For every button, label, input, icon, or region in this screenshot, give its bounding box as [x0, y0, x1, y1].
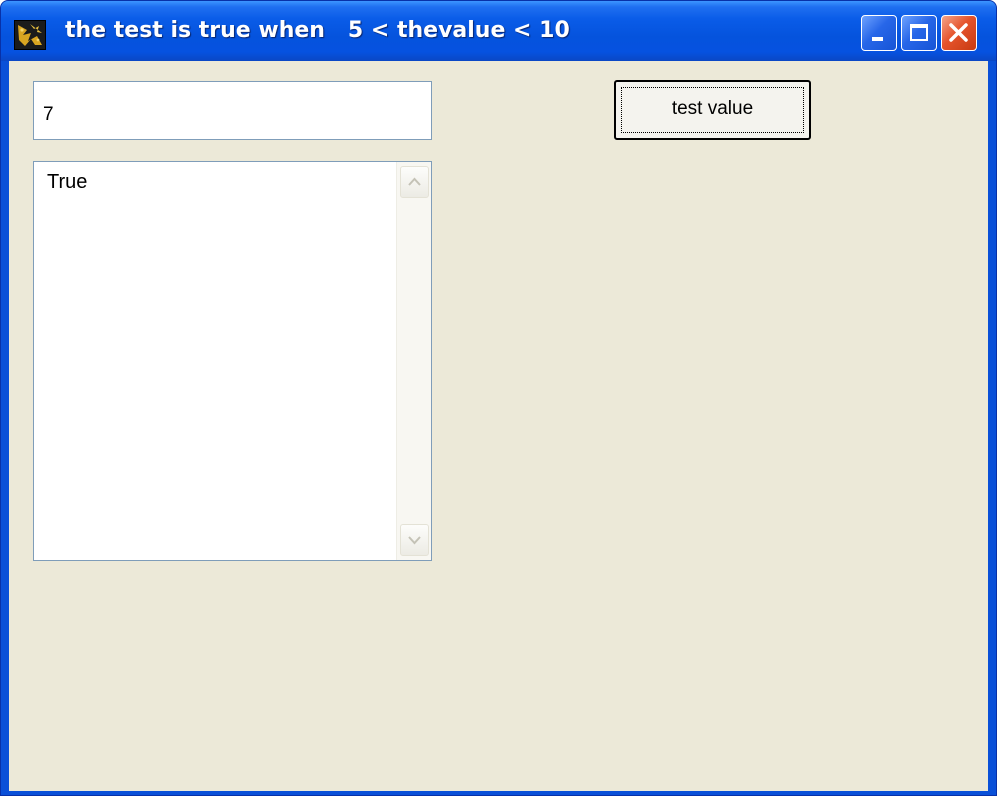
title-bar[interactable]: the test is true when 5 < thevalue < 10	[1, 1, 996, 61]
window-title: the test is true when 5 < thevalue < 10	[65, 18, 570, 43]
close-icon	[949, 23, 968, 42]
output-memo[interactable]: True	[33, 161, 432, 561]
vertical-scrollbar[interactable]	[396, 162, 431, 560]
chevron-up-icon	[408, 177, 421, 186]
minimize-icon	[872, 37, 883, 41]
value-input[interactable]	[33, 81, 432, 140]
chevron-down-icon	[408, 536, 421, 545]
close-button[interactable]	[941, 15, 977, 51]
app-icon-graphic	[18, 24, 42, 46]
client-area: True test value	[9, 61, 988, 791]
app-icon[interactable]	[14, 20, 46, 50]
maximize-button[interactable]	[901, 15, 937, 51]
test-value-button[interactable]: test value	[614, 80, 811, 140]
scroll-up-button[interactable]	[400, 166, 429, 198]
output-text: True	[47, 171, 88, 193]
app-window: the test is true when 5 < thevalue < 10 …	[0, 0, 997, 796]
scroll-down-button[interactable]	[400, 524, 429, 556]
maximize-icon	[910, 24, 928, 41]
test-value-button-label: test value	[671, 98, 754, 119]
minimize-button[interactable]	[861, 15, 897, 51]
